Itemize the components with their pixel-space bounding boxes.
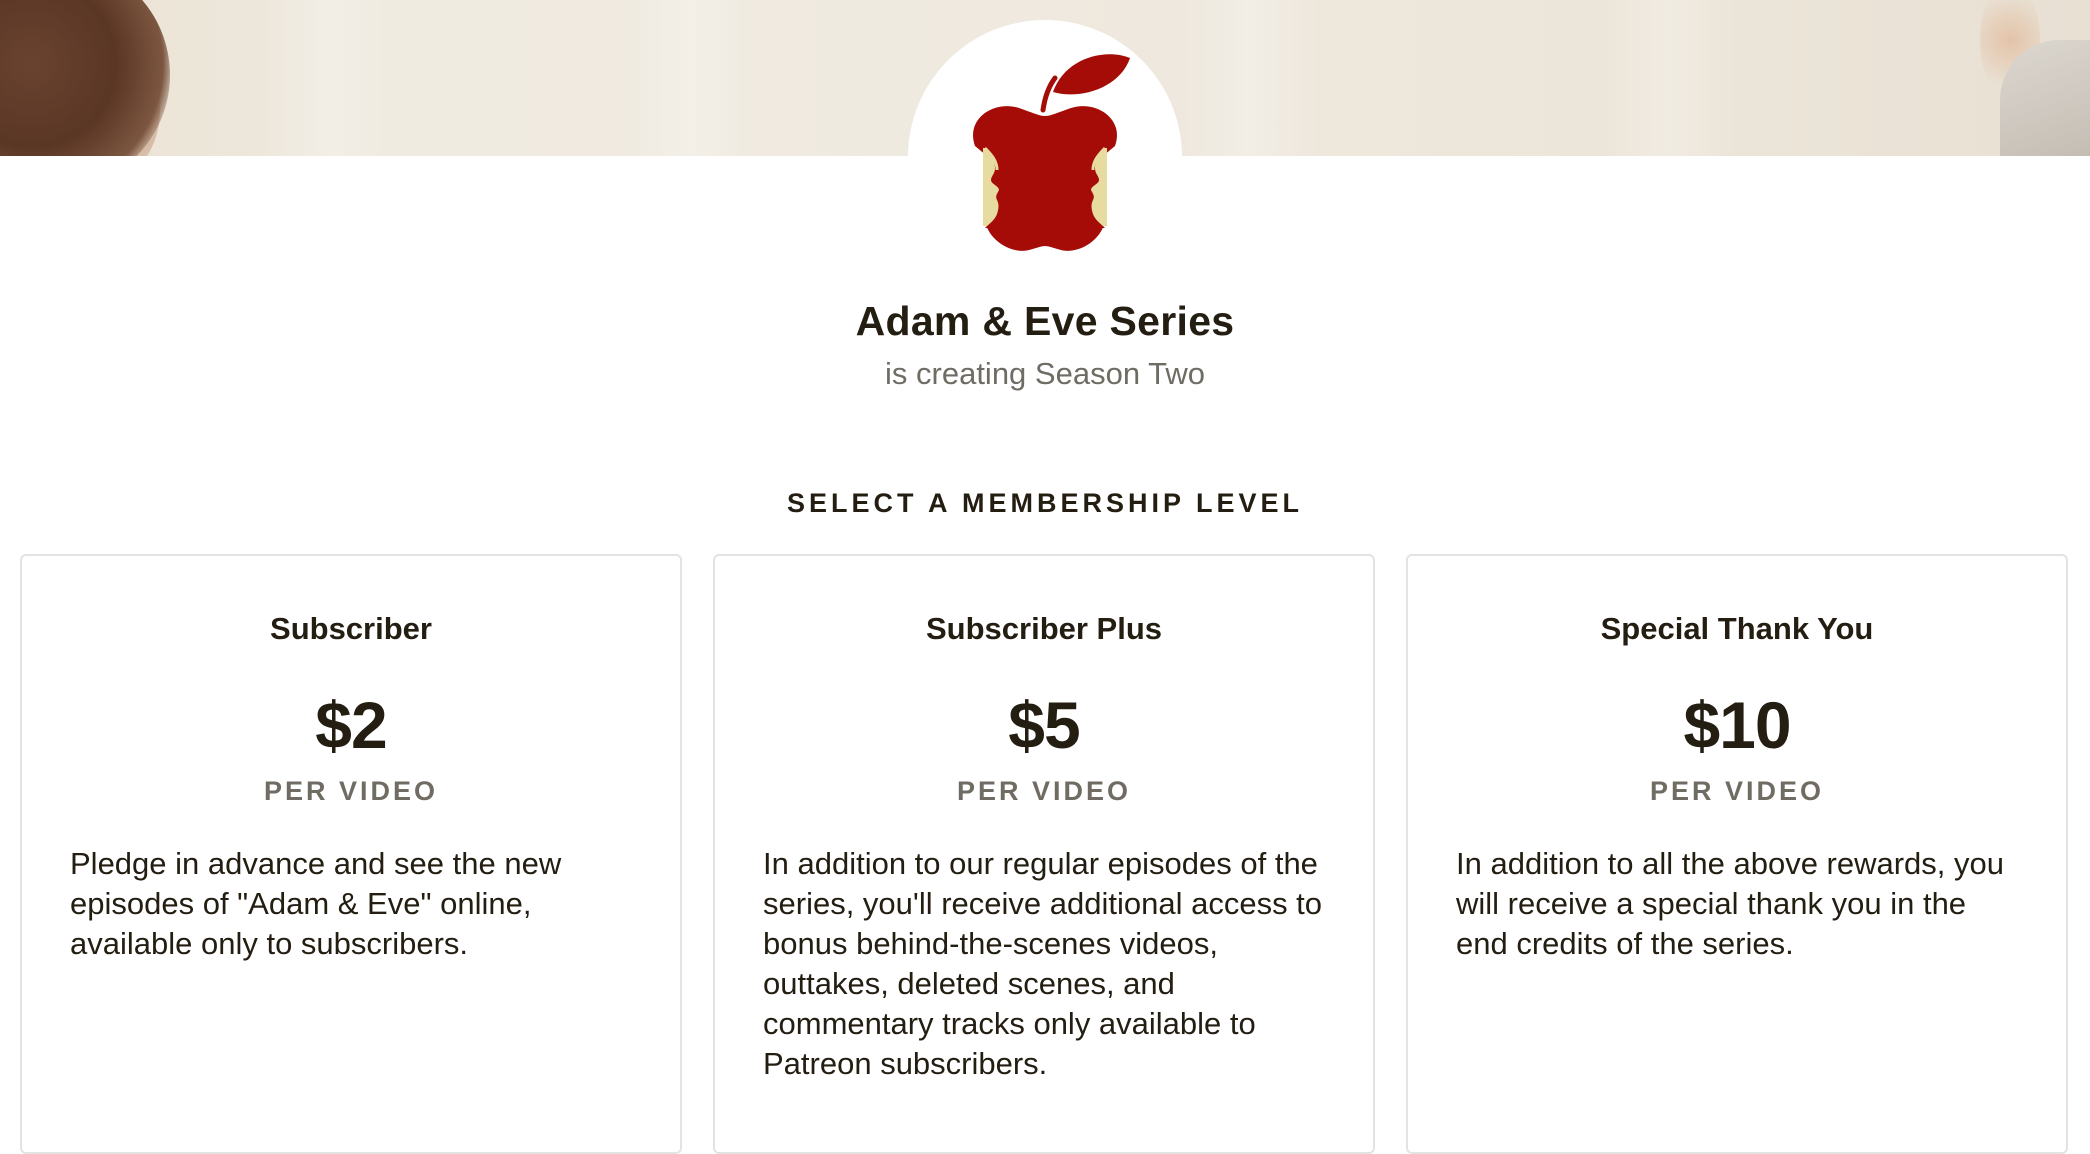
banner-texture <box>1180 0 1320 156</box>
tier-period: PER VIDEO <box>1649 776 1825 806</box>
banner-texture <box>260 0 400 156</box>
tier-card-subscriber[interactable]: Subscriber $2 PER VIDEO Pledge in advanc… <box>20 554 682 1154</box>
membership-tier-list: Subscriber $2 PER VIDEO Pledge in advanc… <box>20 554 2068 1154</box>
tier-card-special-thank-you[interactable]: Special Thank You $10 PER VIDEO In addit… <box>1406 554 2068 1154</box>
tier-title: Subscriber Plus <box>925 611 1163 646</box>
bitten-apple-logo-icon <box>973 54 1130 251</box>
banner-hair <box>0 0 170 156</box>
creator-avatar[interactable] <box>908 20 1182 294</box>
banner-texture <box>1600 0 1740 156</box>
tier-price: $5 <box>1008 688 1080 762</box>
tier-description: In addition to our regular episodes of t… <box>763 846 1323 1081</box>
tier-description: In addition to all the above rewards, yo… <box>1456 846 2005 961</box>
tier-title: Special Thank You <box>1600 611 1874 646</box>
tier-period: PER VIDEO <box>263 776 439 806</box>
tier-period: PER VIDEO <box>956 776 1132 806</box>
membership-heading: SELECT A MEMBERSHIP LEVEL <box>786 488 1304 518</box>
tier-price: $2 <box>315 688 387 762</box>
creator-tagline: is creating Season Two <box>885 356 1205 391</box>
tier-card-subscriber-plus[interactable]: Subscriber Plus $5 PER VIDEO In addition… <box>713 554 1375 1154</box>
creator-name[interactable]: Adam & Eve Series <box>0 298 2090 345</box>
tier-price: $10 <box>1683 688 1791 762</box>
banner-texture <box>620 0 760 156</box>
tier-title: Subscriber <box>270 611 432 646</box>
tier-description: Pledge in advance and see the new episod… <box>70 846 562 961</box>
